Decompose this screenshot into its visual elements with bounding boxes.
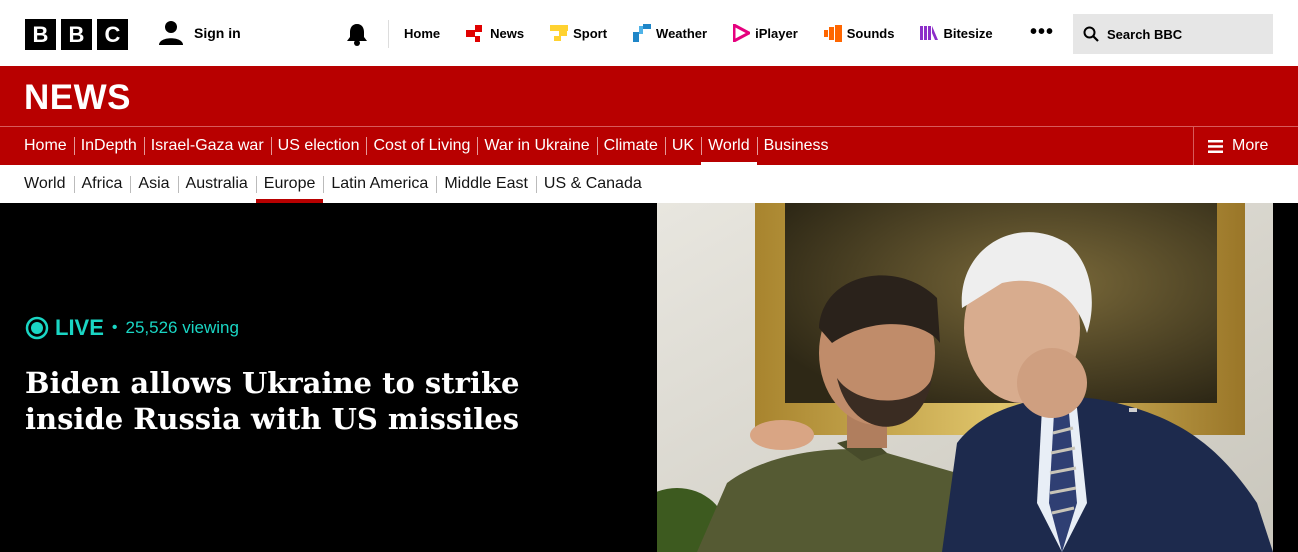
top-nav-news[interactable]: News bbox=[466, 22, 524, 44]
bbc-logo-letter-b2: B bbox=[61, 19, 92, 50]
sign-in-label: Sign in bbox=[194, 25, 241, 41]
hero-photo-image bbox=[657, 203, 1273, 552]
sub-nav-africa[interactable]: Africa bbox=[73, 165, 131, 203]
sub-nav-world[interactable]: World bbox=[24, 165, 74, 203]
hero-story: LIVE • 25,526 viewing Biden allows Ukrai… bbox=[0, 203, 1298, 552]
more-nav-button[interactable]: More bbox=[1193, 127, 1298, 165]
sub-nav-asia[interactable]: Asia bbox=[130, 165, 177, 203]
top-nav: Home News Sport Weather iPlayer Sounds B… bbox=[404, 22, 993, 44]
top-nav-sport[interactable]: Sport bbox=[550, 22, 607, 44]
bbc-logo-letter-b1: B bbox=[25, 19, 56, 50]
live-icon bbox=[25, 316, 49, 340]
top-nav-sounds[interactable]: Sounds bbox=[823, 22, 895, 44]
sub-nav: World Africa Asia Australia Europe Latin… bbox=[0, 165, 1298, 203]
bell-icon bbox=[347, 24, 367, 46]
bbc-logo[interactable]: B B C bbox=[25, 19, 128, 50]
search-label: Search BBC bbox=[1107, 26, 1183, 42]
top-bar: B B C Sign in Home News Sport Weather iP… bbox=[0, 0, 1298, 66]
sign-in-button[interactable]: Sign in bbox=[158, 20, 241, 46]
bbc-logo-letter-c: C bbox=[97, 19, 128, 50]
top-nav-iplayer[interactable]: iPlayer bbox=[733, 22, 798, 44]
sub-nav-middle-east[interactable]: Middle East bbox=[436, 165, 536, 203]
top-nav-home[interactable]: Home bbox=[404, 22, 440, 44]
bitesize-icon bbox=[920, 26, 939, 40]
sub-nav-australia[interactable]: Australia bbox=[177, 165, 256, 203]
sub-nav-us-canada[interactable]: US & Canada bbox=[535, 165, 650, 203]
sub-nav-europe[interactable]: Europe bbox=[255, 165, 324, 203]
main-nav: Home InDepth Israel-Gaza war US election… bbox=[0, 126, 1298, 166]
nav-item-cost-of-living[interactable]: Cost of Living bbox=[366, 127, 477, 165]
notifications-button[interactable] bbox=[346, 22, 368, 51]
nav-item-war-in-ukraine[interactable]: War in Ukraine bbox=[477, 127, 596, 165]
nav-item-business[interactable]: Business bbox=[756, 127, 836, 165]
user-icon bbox=[159, 21, 183, 45]
top-nav-bitesize[interactable]: Bitesize bbox=[920, 22, 993, 44]
hero-photo[interactable] bbox=[657, 203, 1273, 552]
top-nav-iplayer-label: iPlayer bbox=[755, 25, 798, 41]
weather-icon bbox=[633, 24, 652, 42]
sport-icon bbox=[550, 25, 569, 41]
sub-nav-latin-america[interactable]: Latin America bbox=[323, 165, 436, 203]
divider bbox=[388, 20, 389, 48]
top-nav-sport-label: Sport bbox=[573, 25, 608, 41]
nav-item-us-election[interactable]: US election bbox=[270, 127, 367, 165]
sounds-icon bbox=[823, 24, 842, 42]
nav-item-israel-gaza-war[interactable]: Israel-Gaza war bbox=[143, 127, 271, 165]
nav-item-indepth[interactable]: InDepth bbox=[73, 127, 144, 165]
live-indicator: LIVE • 25,526 viewing bbox=[25, 315, 239, 341]
top-nav-sounds-label: Sounds bbox=[846, 25, 895, 41]
news-title[interactable]: NEWS bbox=[24, 78, 131, 118]
headline-link[interactable]: Biden allows Ukraine to strike inside Ru… bbox=[25, 365, 625, 437]
iplayer-icon bbox=[733, 24, 751, 42]
search-icon bbox=[1083, 26, 1099, 42]
nav-item-home[interactable]: Home bbox=[24, 127, 74, 165]
hamburger-icon bbox=[1208, 139, 1223, 153]
separator-dot: • bbox=[111, 319, 118, 336]
nav-item-uk[interactable]: UK bbox=[664, 127, 701, 165]
top-nav-bitesize-label: Bitesize bbox=[943, 25, 993, 41]
news-banner: NEWS bbox=[0, 66, 1298, 126]
top-nav-weather-label: Weather bbox=[656, 25, 708, 41]
nav-item-world[interactable]: World bbox=[701, 127, 757, 166]
top-nav-weather[interactable]: Weather bbox=[633, 22, 707, 44]
top-nav-home-label: Home bbox=[404, 25, 441, 41]
news-icon bbox=[466, 24, 483, 42]
nav-item-climate[interactable]: Climate bbox=[596, 127, 665, 165]
top-nav-news-label: News bbox=[490, 25, 525, 41]
search-box[interactable]: Search BBC bbox=[1073, 14, 1273, 54]
more-menu-button[interactable]: ••• bbox=[1030, 22, 1054, 42]
live-label: LIVE bbox=[55, 315, 104, 340]
more-nav-label: More bbox=[1232, 137, 1269, 154]
viewing-count: 25,526 viewing bbox=[125, 318, 239, 337]
